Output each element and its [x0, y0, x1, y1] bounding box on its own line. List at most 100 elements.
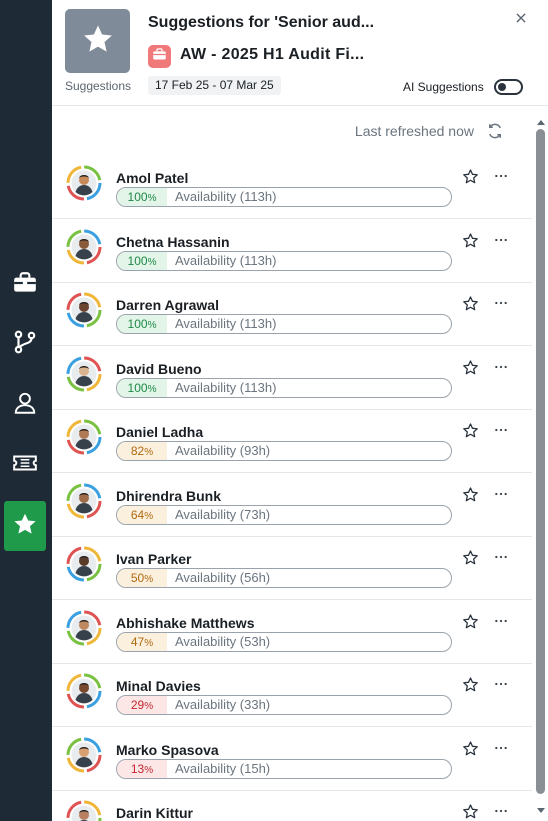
favorite-button[interactable] [462, 422, 480, 440]
availability-bar: 100% Availability (113h) [116, 314, 452, 334]
more-options-button[interactable] [492, 676, 510, 694]
suggestions-tile [65, 9, 130, 73]
briefcase-icon [12, 270, 38, 301]
favorite-button[interactable] [462, 803, 480, 821]
favorite-button[interactable] [462, 295, 480, 313]
more-options-button[interactable] [492, 359, 510, 377]
list-item[interactable]: Darren Agrawal 100% Availability (113h) [52, 282, 532, 346]
availability-label: Availability (113h) [175, 189, 277, 204]
availability-label: Availability (53h) [175, 633, 271, 649]
more-horizontal-icon [493, 235, 509, 251]
favorite-button[interactable] [462, 549, 480, 567]
person-name[interactable]: Darin Kittur [116, 805, 193, 821]
date-range-chip: 17 Feb 25 - 07 Mar 25 [148, 76, 281, 95]
more-options-button[interactable] [492, 422, 510, 440]
favorite-button[interactable] [462, 168, 480, 186]
rail-branch-button[interactable] [4, 319, 46, 369]
availability-label: Availability (15h) [175, 760, 271, 776]
briefcase-icon [152, 47, 167, 67]
more-horizontal-icon [493, 616, 509, 632]
list-item[interactable]: Minal Davies 29% Availability (33h) [52, 663, 532, 727]
branch-icon [12, 329, 38, 360]
person-name[interactable]: Abhishake Matthews [116, 615, 254, 631]
more-horizontal-icon [493, 743, 509, 759]
more-options-button[interactable] [492, 486, 510, 504]
close-button[interactable] [512, 10, 530, 28]
person-name[interactable]: Dhirendra Bunk [116, 488, 221, 504]
more-options-button[interactable] [492, 232, 510, 250]
more-options-button[interactable] [492, 549, 510, 567]
list-item[interactable]: Daniel Ladha 82% Availability (93h) [52, 409, 532, 473]
person-name[interactable]: Minal Davies [116, 678, 201, 694]
favorite-button[interactable] [462, 740, 480, 758]
refresh-icon [486, 123, 504, 144]
scroll-up-arrow[interactable] [537, 120, 545, 125]
star-outline-icon [462, 232, 479, 253]
list-item[interactable]: Marko Spasova 13% Availability (15h) [52, 727, 532, 791]
star-outline-icon [462, 740, 479, 761]
more-options-button[interactable] [492, 295, 510, 313]
availability-percent: 64% [117, 505, 167, 524]
list-item[interactable]: Ivan Parker 50% Availability (56h) [52, 536, 532, 600]
list-item[interactable]: Abhishake Matthews 47% Availability (53h… [52, 600, 532, 664]
refresh-row: Last refreshed now [52, 122, 522, 142]
list-item[interactable]: Darin Kittur [52, 790, 532, 821]
person-name[interactable]: Marko Spasova [116, 742, 219, 758]
more-options-button[interactable] [492, 803, 510, 821]
ai-suggestions-label: AI Suggestions [403, 80, 484, 94]
favorite-button[interactable] [462, 613, 480, 631]
availability-percent: 100% [117, 378, 167, 397]
person-name[interactable]: Chetna Hassanin [116, 234, 230, 250]
more-horizontal-icon [493, 425, 509, 441]
availability-bar: 13% Availability (15h) [116, 758, 452, 779]
more-horizontal-icon [493, 679, 509, 695]
list-item[interactable]: David Bueno 100% Availability (113h) [52, 346, 532, 410]
star-outline-icon [462, 423, 479, 443]
avatar [66, 356, 102, 392]
rail-person-button[interactable] [4, 380, 46, 430]
scroll-down-arrow[interactable] [537, 808, 545, 813]
star-outline-icon [462, 359, 479, 380]
panel-title: Suggestions for 'Senior aud... [148, 14, 375, 31]
more-options-button[interactable] [492, 740, 510, 758]
person-name[interactable]: David Bueno [116, 361, 202, 377]
rail-ticket-button[interactable] [4, 440, 46, 490]
rail-suggestions-button[interactable] [4, 501, 46, 551]
list-item[interactable]: Dhirendra Bunk 64% Availability (73h) [52, 473, 532, 537]
person-name[interactable]: Darren Agrawal [116, 297, 219, 313]
favorite-button[interactable] [462, 486, 480, 504]
more-options-button[interactable] [492, 613, 510, 631]
scroll-thumb[interactable] [536, 129, 545, 794]
availability-percent: 50% [117, 569, 167, 587]
avatar [66, 483, 102, 519]
list-item[interactable]: Chetna Hassanin 100% Availability (113h) [52, 219, 532, 283]
refresh-button[interactable] [486, 122, 504, 140]
availability-label: Availability (73h) [175, 506, 271, 522]
favorite-button[interactable] [462, 232, 480, 250]
availability-bar: 64% Availability (73h) [116, 504, 452, 525]
avatar [66, 800, 102, 821]
ticket-icon [12, 450, 38, 481]
rail-briefcase-button[interactable] [4, 260, 46, 310]
panel-header: Suggestions Suggestions for 'Senior aud.… [52, 0, 548, 106]
ai-suggestions-toggle[interactable] [494, 79, 523, 95]
person-name[interactable]: Amol Patel [116, 170, 188, 186]
star-icon [12, 511, 38, 542]
more-horizontal-icon [493, 806, 509, 821]
more-horizontal-icon [493, 171, 509, 187]
availability-percent: 13% [117, 759, 167, 778]
avatar [66, 229, 102, 265]
project-icon [148, 45, 171, 68]
person-name[interactable]: Daniel Ladha [116, 424, 203, 440]
availability-bar: 100% Availability (113h) [116, 187, 452, 207]
star-outline-icon [462, 169, 479, 189]
availability-bar: 100% Availability (113h) [116, 377, 452, 398]
list-item[interactable]: Amol Patel 100% Availability (113h) [52, 155, 532, 219]
more-options-button[interactable] [492, 168, 510, 186]
favorite-button[interactable] [462, 359, 480, 377]
person-name[interactable]: Ivan Parker [116, 551, 192, 567]
favorite-button[interactable] [462, 676, 480, 694]
availability-percent: 100% [117, 188, 167, 206]
suggestions-caption: Suggestions [64, 79, 132, 93]
scrollbar[interactable] [533, 116, 548, 821]
